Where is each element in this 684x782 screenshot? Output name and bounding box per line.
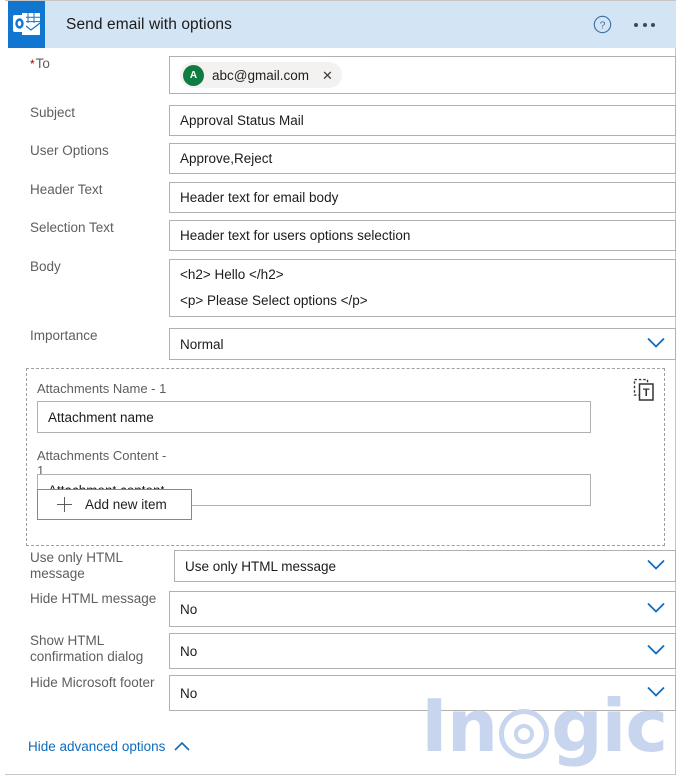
body-field: <h2> Hello </h2> <p> Please Select optio… [169,259,676,317]
hide-html-field: No [169,591,676,627]
hide-ms-footer-value: No [180,685,198,701]
use-only-html-dropdown[interactable]: Use only HTML message [174,550,676,582]
field-row-hide-html: Hide HTML message No [14,591,676,627]
page-title: Send email with options [66,15,233,33]
field-row-body: Body <h2> Hello </h2> <p> Please Select … [14,259,676,317]
header-actions: ? [593,15,655,34]
chevron-down-icon [647,644,665,659]
use-only-html-value: Use only HTML message [185,558,337,574]
field-row-user-options: User Options Approve,Reject [14,143,676,174]
chevron-down-icon [647,337,665,352]
ellipsis-icon[interactable] [634,22,655,27]
selection-text-input[interactable]: Header text for users options selection [169,220,676,251]
header-text-label: Header Text [30,182,103,197]
plus-icon [57,497,72,512]
delete-item-icon[interactable]: T [633,378,655,402]
hide-html-dropdown[interactable]: No [169,591,676,627]
subject-label: Subject [30,105,76,120]
recipient-pill[interactable]: A abc@gmail.com ✕ [180,62,342,88]
show-html-confirmation-label: Show HTML confirmation dialog [30,633,144,664]
avatar: A [183,64,204,86]
show-html-confirmation-dropdown[interactable]: No [169,633,676,669]
field-row-importance: Importance Normal [14,328,676,360]
recipient-email: abc@gmail.com [212,67,309,83]
subject-input[interactable]: Approval Status Mail [169,105,676,136]
svg-text:T: T [643,387,650,399]
body-line-2: <p> Please Select options </p> [180,293,368,308]
header-text-input[interactable]: Header text for email body [169,182,676,213]
chevron-down-icon [647,559,665,574]
subject-field: Approval Status Mail [169,105,676,136]
outlook-icon [8,1,45,48]
close-icon[interactable]: ✕ [317,69,338,82]
user-options-field: Approve,Reject [169,143,676,174]
attachments-panel: Attachments Name - 1 Attachment name Att… [26,368,665,546]
card-header: Send email with options ? [8,1,676,48]
importance-label: Importance [30,328,98,343]
hide-advanced-options-label: Hide advanced options [28,739,166,754]
importance-field: Normal [169,328,676,360]
show-html-confirmation-value: No [180,643,198,659]
field-row-show-html-confirmation: Show HTML confirmation dialog No [14,633,676,669]
user-options-input[interactable]: Approve,Reject [169,143,676,174]
selection-text-field: Header text for users options selection [169,220,676,251]
svg-text:?: ? [600,21,606,32]
body-textarea[interactable]: <h2> Hello </h2> <p> Please Select optio… [169,259,676,317]
add-new-item-label: Add new item [85,497,167,512]
add-new-item-button[interactable]: Add new item [37,489,192,520]
field-row-to: *To A abc@gmail.com ✕ [14,56,676,94]
chevron-up-icon [174,739,190,754]
target-ring-icon [499,709,550,759]
use-only-html-field: Use only HTML message [174,550,676,582]
show-html-confirmation-field: No [169,633,676,669]
to-field: A abc@gmail.com ✕ [169,56,676,94]
field-row-subject: Subject Approval Status Mail [14,105,676,136]
watermark-text-before: In [421,684,498,768]
chevron-down-icon [647,602,665,617]
field-row-selection-text: Selection Text Header text for users opt… [14,220,676,251]
body-line-1: <h2> Hello </h2> [180,267,284,282]
importance-value: Normal [180,336,224,352]
field-row-use-only-html: Use only HTML message Use only HTML mess… [14,550,676,582]
help-circle-icon[interactable]: ? [593,15,612,34]
hide-advanced-options-link[interactable]: Hide advanced options [28,739,190,754]
inogic-watermark: In gic [421,684,668,768]
required-asterisk: * [30,57,35,71]
user-options-label: User Options [30,143,109,158]
to-label: *To [30,56,50,71]
body-label: Body [30,259,61,274]
send-email-with-options-card: Send email with options ? *To A abc@gmai… [5,0,676,775]
use-only-html-label: Use only HTML message [30,550,123,581]
hide-html-label: Hide HTML message [30,591,157,606]
importance-dropdown[interactable]: Normal [169,328,676,360]
attachments-name-label: Attachments Name - 1 [37,381,167,396]
selection-text-label: Selection Text [30,220,114,235]
attachments-name-input[interactable]: Attachment name [37,401,591,433]
header-text-field: Header text for email body [169,182,676,213]
hide-ms-footer-label: Hide Microsoft footer [30,675,155,690]
hide-html-value: No [180,601,198,617]
to-input[interactable]: A abc@gmail.com ✕ [169,56,676,94]
watermark-text-after: gic [551,684,668,768]
field-row-header-text: Header Text Header text for email body [14,182,676,213]
